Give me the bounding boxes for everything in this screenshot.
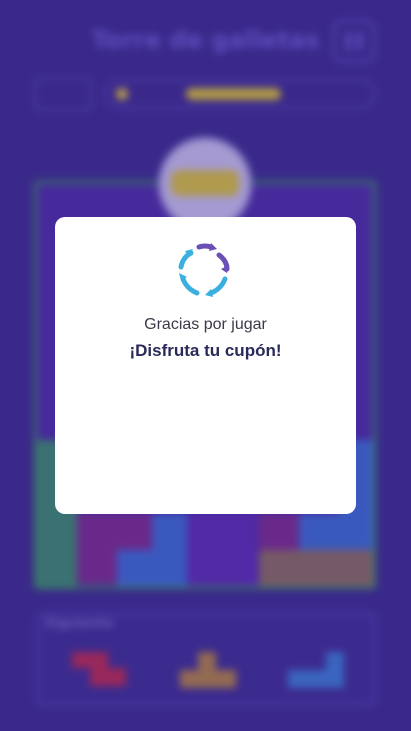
thanks-text: Gracias por jugar [144,316,267,333]
thank-you-dialog: Gracias por jugar ¡Disfruta tu cupón! [55,217,356,514]
coupon-text: ¡Disfruta tu cupón! [129,341,282,360]
circular-arrows-logo-icon [178,243,230,297]
